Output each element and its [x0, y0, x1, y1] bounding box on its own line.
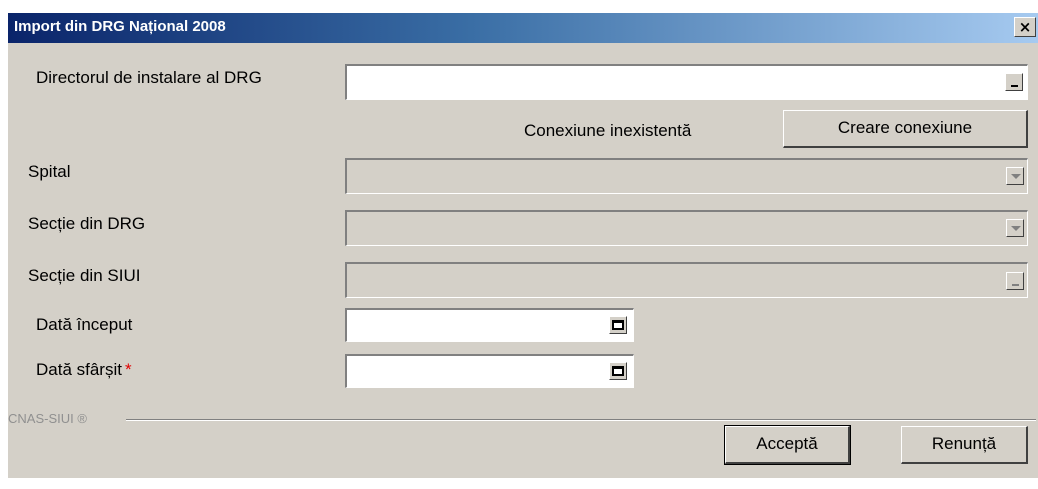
calendar-icon — [612, 320, 624, 330]
brand-label: CNAS-SIUI ® — [8, 411, 87, 426]
accept-label: Acceptă — [756, 434, 818, 453]
close-button[interactable]: × — [1014, 17, 1036, 37]
drg-section-label: Secție din DRG — [28, 214, 146, 233]
drg-section-select[interactable] — [345, 210, 1028, 246]
import-drg-dialog: Import din DRG Național 2008 × Directoru… — [8, 13, 1038, 478]
cancel-label: Renunță — [931, 434, 997, 453]
title-bar[interactable]: Import din DRG Național 2008 × — [8, 13, 1038, 43]
window-title: Import din DRG Național 2008 — [14, 18, 226, 35]
cancel-button[interactable]: Renunță — [901, 426, 1028, 464]
install-dir-label: Directorul de instalare al DRG — [36, 68, 262, 87]
calendar-icon — [612, 366, 624, 376]
hospital-select[interactable] — [345, 158, 1028, 194]
end-date-calendar-button[interactable] — [609, 362, 627, 380]
end-date-label: Dată sfârșit * — [36, 359, 132, 380]
ellipsis-button-icon — [1011, 85, 1018, 87]
chevron-down-icon — [1011, 174, 1021, 179]
siui-section-field[interactable] — [345, 262, 1028, 298]
connection-status: Conexiune inexistentă — [524, 121, 692, 140]
chevron-down-icon — [1011, 226, 1021, 231]
siui-section-browse-button[interactable] — [1006, 272, 1024, 290]
browse-button[interactable] — [1005, 73, 1023, 91]
separator-line — [126, 419, 1036, 421]
accept-button[interactable]: Acceptă — [724, 425, 851, 465]
install-dir-field[interactable] — [345, 64, 1028, 100]
start-date-field[interactable] — [345, 308, 634, 342]
hospital-label: Spital — [28, 162, 71, 181]
brand-separator: CNAS-SIUI ® — [8, 411, 1038, 427]
end-date-label-text: Dată sfârșit — [36, 360, 122, 379]
siui-section-label: Secție din SIUI — [28, 266, 141, 285]
drg-section-dropdown-button[interactable] — [1006, 219, 1024, 237]
start-date-calendar-button[interactable] — [609, 316, 627, 334]
end-date-field[interactable] — [345, 354, 634, 388]
hospital-dropdown-button[interactable] — [1006, 167, 1024, 185]
ellipsis-button-icon — [1012, 284, 1019, 286]
required-marker: * — [124, 360, 132, 379]
create-connection-label: Creare conexiune — [837, 118, 973, 137]
start-date-label: Dată început — [36, 315, 133, 334]
close-icon: × — [1018, 17, 1032, 36]
create-connection-button[interactable]: Creare conexiune — [783, 110, 1028, 148]
